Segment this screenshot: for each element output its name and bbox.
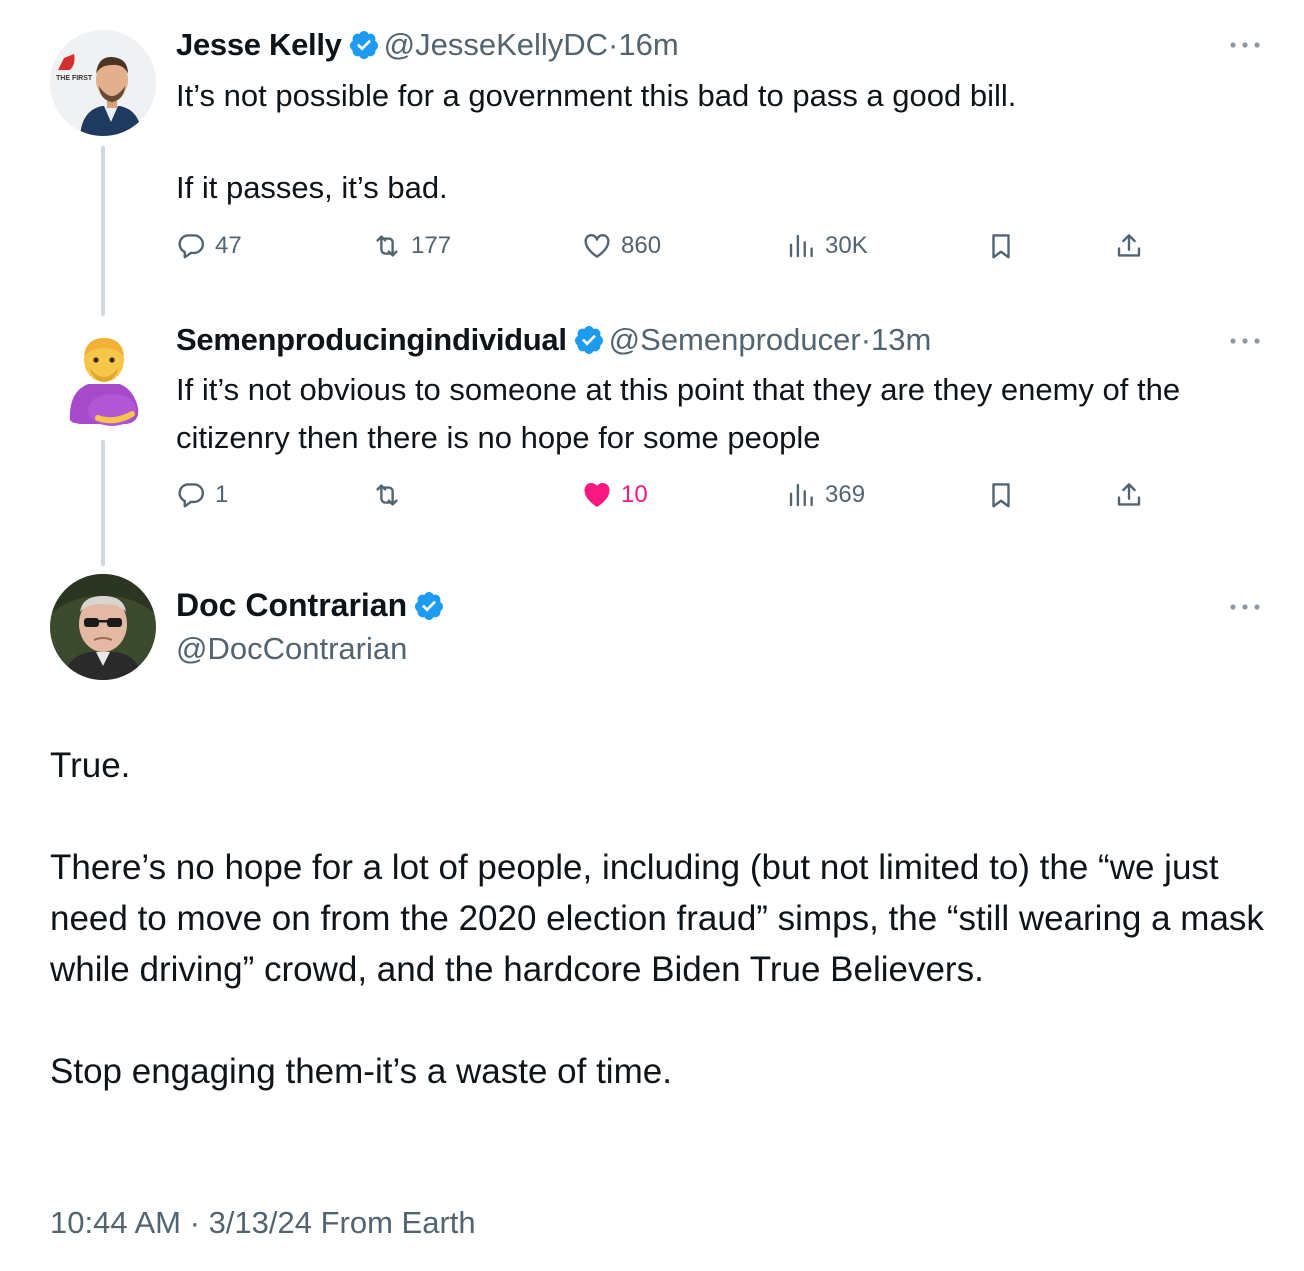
tweet-actions: 1 10 369 [176, 475, 1166, 515]
author-name[interactable]: Jesse Kelly [176, 27, 342, 62]
views-count: 30K [825, 232, 868, 259]
tweet-text-line: It’s not possible for a government this … [176, 78, 1017, 113]
svg-text:THE FIRST: THE FIRST [56, 75, 93, 82]
more-options-icon[interactable] [1228, 336, 1262, 346]
reply-icon [178, 483, 205, 508]
bookmark-icon [992, 483, 1010, 508]
tweet-source: From Earth [320, 1205, 476, 1240]
like-icon [584, 482, 610, 507]
like-button[interactable]: 10 [582, 475, 648, 515]
more-options-icon[interactable] [1228, 40, 1262, 50]
tweet-thread: THE FIRST Jesse Kelly @JesseKellyDC·16m I… [0, 0, 1304, 1271]
author-handle[interactable]: @JesseKellyDC [384, 27, 608, 62]
tweet-timestamp-row: 10:44 AM · 3/13/24 From Earth [50, 1203, 476, 1243]
reply-button[interactable]: 1 [176, 475, 228, 515]
tweet-text-line [176, 120, 1266, 164]
like-icon [584, 233, 610, 258]
reply-count: 47 [215, 232, 242, 259]
like-count: 10 [621, 481, 648, 508]
tweet-paragraph: True. [50, 746, 131, 785]
jesse-kelly-avatar-image: THE FIRST [50, 30, 156, 136]
verified-badge-icon [415, 592, 444, 620]
author-name[interactable]: Semenproducingindividual [176, 322, 567, 357]
retweet-icon [376, 235, 398, 257]
separator-dot: · [608, 27, 619, 62]
verified-badge-icon [349, 31, 378, 59]
author-name[interactable]: Doc Contrarian [176, 587, 407, 623]
retweet-count: 177 [411, 232, 452, 259]
share-icon [1117, 234, 1141, 257]
tweet-paragraph: Stop engaging them-it’s a waste of time. [50, 1052, 672, 1091]
bookmark-button[interactable] [986, 475, 1016, 515]
tweet-time[interactable]: 10:44 AM [50, 1205, 181, 1240]
tweet-text-line: If it passes, it’s bad. [176, 170, 448, 205]
tweet-time[interactable]: 16m [618, 27, 678, 62]
separator-dot: · [189, 1205, 200, 1240]
retweet-button[interactable]: 177 [372, 226, 451, 266]
tweet-text: If it’s not obvious to someone at this p… [176, 366, 1266, 462]
doc-contrarian-avatar-image [50, 574, 156, 680]
like-button[interactable]: 860 [582, 226, 661, 266]
reply-button[interactable]: 47 [176, 226, 242, 266]
reply-count: 1 [215, 481, 229, 508]
author-handle[interactable]: @DocContrarian [176, 629, 407, 669]
retweet-button[interactable] [372, 475, 411, 515]
tweet-header: Semenproducingindividual @Semenproducer·1… [176, 321, 931, 359]
views-count: 369 [825, 481, 866, 508]
pregnant-man-emoji-icon [50, 326, 156, 432]
thread-connector-line [101, 440, 105, 566]
tweet-paragraph: There’s no hope for a lot of people, inc… [50, 848, 1264, 989]
separator-dot: · [860, 322, 872, 357]
verified-badge-icon [574, 326, 603, 354]
share-button[interactable] [1114, 226, 1144, 266]
tweet-header: Jesse Kelly @JesseKellyDC·16m [176, 26, 679, 64]
main-author-name-row: Doc Contrarian [176, 584, 449, 626]
tweet-date[interactable]: 3/13/24 [209, 1205, 312, 1240]
share-button[interactable] [1114, 475, 1144, 515]
avatar[interactable] [50, 574, 156, 680]
reply-icon [178, 234, 205, 259]
like-count: 860 [621, 232, 662, 259]
author-handle[interactable]: @Semenproducer [609, 322, 861, 357]
views-button[interactable]: 30K [786, 226, 868, 266]
tweet-time[interactable]: 13m [871, 322, 931, 357]
tweet-text-line: If it’s not obvious to someone at this p… [176, 372, 1181, 455]
avatar[interactable]: THE FIRST [50, 30, 156, 136]
thread-connector-line [101, 146, 105, 316]
bookmark-icon [992, 234, 1010, 259]
retweet-icon [376, 484, 398, 506]
views-button[interactable]: 369 [786, 475, 865, 515]
avatar[interactable] [50, 326, 156, 432]
more-options-icon[interactable] [1228, 602, 1262, 612]
bookmark-button[interactable] [986, 226, 1016, 266]
views-icon [789, 234, 813, 258]
share-icon [1117, 483, 1141, 506]
tweet-actions: 47 177 860 30K [176, 226, 1166, 266]
main-tweet-text: True. There’s no hope for a lot of peopl… [50, 740, 1270, 1097]
tweet-text: It’s not possible for a government this … [176, 72, 1266, 212]
views-icon [789, 483, 813, 507]
